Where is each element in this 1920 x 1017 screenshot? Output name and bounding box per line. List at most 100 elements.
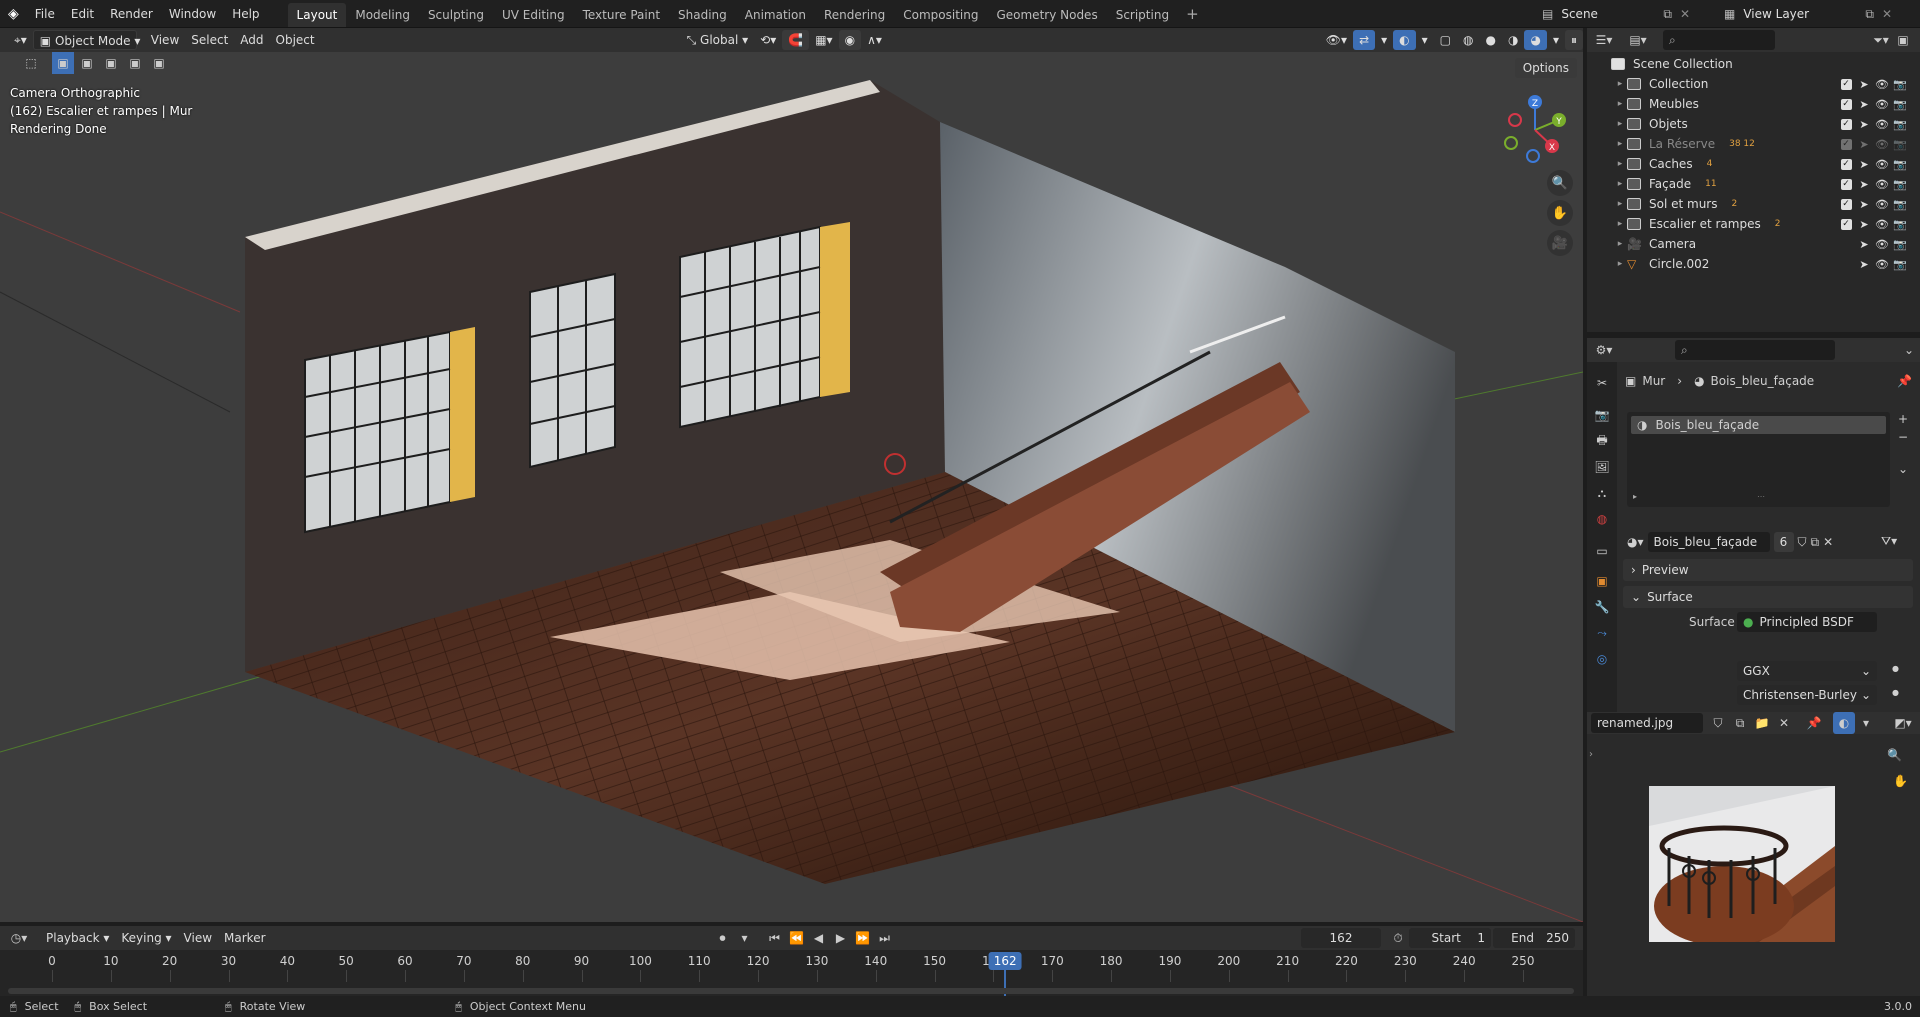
pan-hand-icon[interactable]: ✋ [1547,200,1573,226]
render-camera-icon[interactable]: 📷 [1893,77,1907,91]
select-mode-extend-icon[interactable]: ▣ [76,52,98,74]
render-camera-icon[interactable]: 📷 [1893,137,1907,151]
render-camera-icon[interactable]: 📷 [1893,237,1907,251]
visibility-eye-icon[interactable]: 👁 [1875,217,1889,231]
snap-icon[interactable]: 🧲 [782,30,810,50]
select-mode-subtract-icon[interactable]: ▣ [100,52,122,74]
tab-animation[interactable]: Animation [736,3,815,27]
blender-logo-icon[interactable]: ◈ [0,0,27,28]
outliner-item[interactable]: ▸ Façade 11 ✓ ➤ 👁 📷 [1587,174,1920,194]
add-slot-icon[interactable]: + [1898,412,1908,426]
material-shading-icon[interactable]: ◑ [1502,30,1524,50]
selectable-icon[interactable]: ➤ [1857,137,1871,151]
menu-render[interactable]: Render [102,0,161,28]
zoom-icon[interactable]: 🔍 [1547,170,1573,196]
scene-tab-icon[interactable]: ⛬ [1593,484,1611,502]
selectable-icon[interactable]: ➤ [1857,217,1871,231]
proportional-edit-icon[interactable]: ◉ [838,30,862,50]
expand-arrow-icon[interactable]: ▸ [1613,219,1627,229]
clock-icon[interactable]: ⏱ [1387,927,1409,949]
render-camera-icon[interactable]: 📷 [1893,257,1907,271]
add-workspace-button[interactable]: + [1178,0,1207,28]
expand-arrow-icon[interactable]: ▸ [1613,119,1627,129]
overlay-icon[interactable]: ◐ [1833,712,1855,734]
pan-hand-icon[interactable]: ✋ [1893,774,1908,788]
render-camera-icon[interactable]: 📷 [1893,97,1907,111]
expand-arrow-icon[interactable]: ▸ [1613,179,1627,189]
exclude-checkbox[interactable]: ✓ [1839,177,1853,191]
material-slot[interactable]: ◑ Bois_bleu_façade [1631,416,1886,434]
select-mode-intersect-icon[interactable]: ▣ [148,52,170,74]
image-editor[interactable]: › 🔍 ✋ [1587,734,1920,996]
fake-user-icon[interactable]: ⛉ [1798,535,1807,550]
output-tab-icon[interactable]: 🖶 [1593,432,1611,450]
pin-icon[interactable]: 📌 [1897,374,1912,388]
play-reverse-icon[interactable]: ◀ [808,927,830,949]
visibility-eye-icon[interactable]: 👁 [1875,237,1889,251]
visibility-eye-icon[interactable]: 👁 [1875,197,1889,211]
3d-viewport[interactable]: Camera Orthographic (162) Escalier et ra… [0,52,1583,922]
image-name-field[interactable]: renamed.jpg [1591,713,1703,733]
outliner-item[interactable]: ▸ Escalier et rampes 2 ✓ ➤ 👁 📷 [1587,214,1920,234]
material-name-field[interactable]: Bois_bleu_façade [1647,532,1770,552]
exclude-checkbox[interactable]: ✓ [1839,157,1853,171]
tab-shading[interactable]: Shading [669,3,736,27]
gizmo-icon[interactable]: ⇄ [1353,30,1376,50]
display-channels-icon[interactable]: ◩▾ [1892,712,1914,734]
navigation-gizmo[interactable]: Z Y X [1495,90,1575,170]
mode-selector[interactable]: ▣ Object Mode ▾ [32,30,140,50]
duplicate-icon[interactable]: ⧉ [1811,535,1820,550]
chevron-down-icon[interactable]: ▾ [1855,712,1877,734]
start-frame-field[interactable]: Start 1 [1409,928,1491,948]
render-camera-icon[interactable]: 📷 [1893,217,1907,231]
object-tab-icon[interactable]: ▣ [1593,572,1611,590]
outliner-item[interactable]: ▸ Caches 4 ✓ ➤ 👁 📷 [1587,154,1920,174]
solid-shading-icon[interactable]: ● [1480,30,1502,50]
filter-icon[interactable]: ⏷▾ [1870,29,1892,51]
selectable-icon[interactable]: ➤ [1857,197,1871,211]
menu-view[interactable]: View [145,30,185,50]
shading-dropdown-icon[interactable]: ▾ [1547,30,1565,50]
menu-object[interactable]: Object [270,30,321,50]
tab-compositing[interactable]: Compositing [894,3,987,27]
exclude-checkbox[interactable]: ✓ [1839,77,1853,91]
falloff-icon[interactable]: ∧▾ [861,30,888,50]
outliner-item[interactable]: ▸ Objets ✓ ➤ 👁 📷 [1587,114,1920,134]
physics-tab-icon[interactable]: ⤳ [1593,624,1611,642]
pause-render-icon[interactable]: ⏸ [1564,30,1583,50]
select-mode-invert-icon[interactable]: ▣ [124,52,146,74]
next-keyframe-icon[interactable]: ⏩ [852,927,874,949]
tab-modeling[interactable]: Modeling [346,3,419,27]
selectable-icon[interactable]: ➤ [1857,97,1871,111]
surface-shader-field[interactable]: ● Principled BSDF [1737,612,1877,632]
render-camera-icon[interactable]: 📷 [1893,157,1907,171]
remove-slot-icon[interactable]: − [1898,430,1908,444]
close-icon[interactable]: ✕ [1882,7,1892,21]
outliner-item[interactable]: ▸ Collection ✓ ➤ 👁 📷 [1587,74,1920,94]
exclude-checkbox[interactable]: ✓ [1839,217,1853,231]
subsurface-method-select[interactable]: Christensen-Burley ⌄ [1737,685,1877,705]
expand-arrow-icon[interactable]: ▸ [1613,259,1627,269]
selectable-icon[interactable]: ➤ [1857,237,1871,251]
outliner-item[interactable]: ▸ ▽ Circle.002 ➤ 👁 📷 [1587,254,1920,274]
tab-geometry-nodes[interactable]: Geometry Nodes [987,3,1106,27]
world-tab-icon[interactable]: ◍ [1593,510,1611,528]
menu-select[interactable]: Select [185,30,234,50]
close-icon[interactable]: ✕ [1680,7,1690,21]
visibility-eye-icon[interactable]: 👁 [1875,157,1889,171]
outliner-item[interactable]: ▸ Sol et murs 2 ✓ ➤ 👁 📷 [1587,194,1920,214]
chevron-down-icon[interactable]: ⌄ [1898,339,1920,361]
render-camera-icon[interactable]: 📷 [1893,197,1907,211]
outliner-item[interactable]: ▸ 🎥 Camera ➤ 👁 📷 [1587,234,1920,254]
options-button[interactable]: Options [1514,58,1577,78]
expand-arrow-icon[interactable]: ▸ [1613,139,1627,149]
selectable-icon[interactable]: ➤ [1857,177,1871,191]
selectable-icon[interactable]: ➤ [1857,77,1871,91]
socket-dot-icon[interactable]: ● [1892,664,1899,673]
menu-playback[interactable]: Playback ▾ [40,928,115,948]
selectable-icon[interactable]: ➤ [1857,117,1871,131]
constraint-tab-icon[interactable]: ◎ [1593,650,1611,668]
selectable-icon[interactable]: ➤ [1857,157,1871,171]
scene-selector[interactable]: ▤ Scene ⧉ ✕ [1536,3,1696,25]
menu-file[interactable]: File [27,0,63,28]
